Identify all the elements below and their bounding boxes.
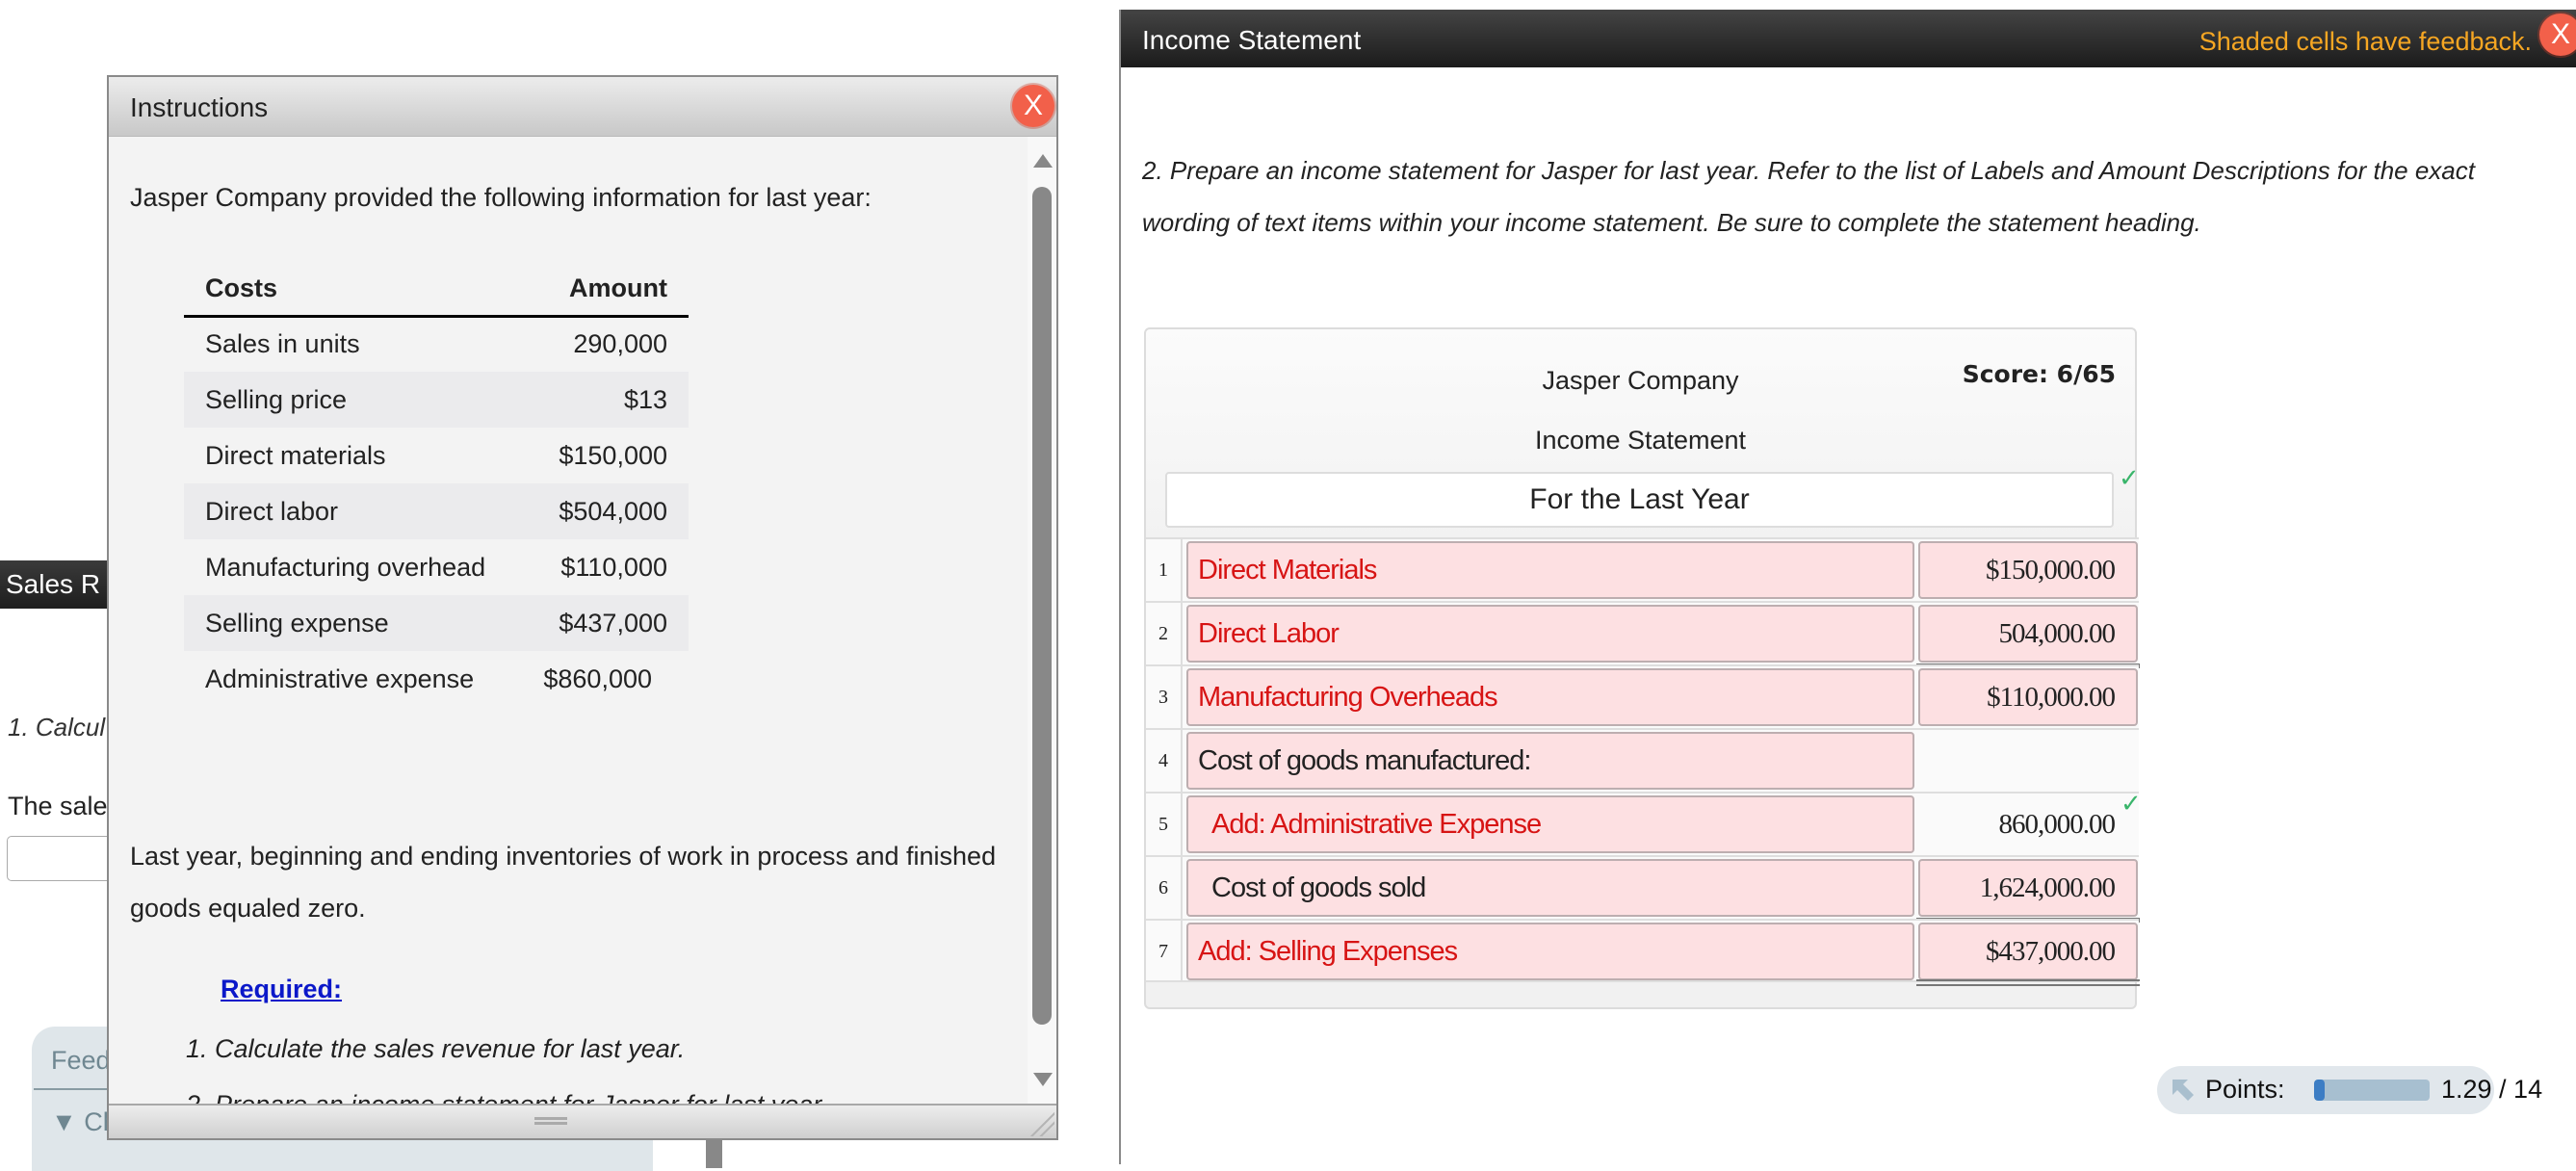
cost-amount: $13 bbox=[516, 372, 689, 428]
row-label-input[interactable]: Cost of goods manufactured: bbox=[1186, 732, 1914, 790]
cost-label: Sales in units bbox=[205, 329, 360, 359]
statement-row: 3 Manufacturing Overheads $110,000.00 bbox=[1146, 664, 2139, 728]
points-progress-bar bbox=[2314, 1080, 2430, 1101]
dialog-header[interactable]: Instructions X bbox=[109, 77, 1056, 137]
inventory-paragraph: Last year, beginning and ending inventor… bbox=[130, 842, 997, 923]
statement-row: 5 Add: Administrative Expense 860,000.00… bbox=[1146, 790, 2142, 855]
row-number: 1 bbox=[1146, 539, 1183, 601]
points-label: Points: bbox=[2205, 1075, 2285, 1104]
panel-title: Income Statement bbox=[1142, 25, 1362, 55]
row-label-input[interactable]: Direct Labor bbox=[1186, 605, 1914, 663]
required-item: Calculate the sales revenue for last yea… bbox=[215, 1021, 828, 1077]
dialog-footer bbox=[109, 1104, 1056, 1138]
row-amount-input[interactable]: 860,000.00 bbox=[1918, 795, 2138, 853]
feedback-title: Feed bbox=[51, 1046, 111, 1075]
cost-label: Selling expense bbox=[184, 595, 517, 651]
resize-handle-icon[interactable] bbox=[1028, 1109, 1054, 1136]
statement-row: 4 Cost of goods manufactured: bbox=[1146, 728, 2139, 792]
row-number: 7 bbox=[1146, 921, 1183, 982]
check-icon: ✓ bbox=[2121, 790, 2142, 819]
row-number: 5 bbox=[1146, 794, 1183, 855]
points-value: 1.29 / 14 bbox=[2441, 1075, 2543, 1104]
cost-label: Direct materials bbox=[205, 440, 386, 470]
table-row: Direct materials $150,000 bbox=[184, 428, 689, 483]
panel-header: Income Statement Shaded cells have feedb… bbox=[1121, 10, 2576, 67]
feedback-note: Shaded cells have feedback. bbox=[2199, 27, 2532, 56]
table-row: Sales in units 290,000 bbox=[184, 316, 689, 372]
cost-amount: $860,000 bbox=[543, 664, 652, 693]
required-item: Prepare an income statement for Jasper f… bbox=[215, 1077, 828, 1104]
statement-period-input[interactable]: For the Last Year bbox=[1165, 472, 2114, 528]
row-number: 3 bbox=[1146, 666, 1183, 728]
scroll-up-icon[interactable] bbox=[1033, 154, 1053, 168]
table-row: Selling expense $437,000 bbox=[184, 595, 689, 651]
dialog-scrollbar[interactable] bbox=[1028, 137, 1056, 1104]
cost-amount: $110,000 bbox=[560, 552, 667, 582]
income-statement-panel: Income Statement Shaded cells have feedb… bbox=[1119, 10, 2576, 1164]
statement-title: Income Statement bbox=[1534, 426, 1747, 455]
dialog-title: Instructions bbox=[130, 92, 269, 122]
cost-label: Administrative expense bbox=[205, 664, 475, 693]
statement-rows: 1 Direct Materials $150,000.00 2 Direct … bbox=[1146, 537, 2142, 986]
score-label: Score: 6/65 bbox=[1962, 360, 2116, 388]
column-header-costs: Costs bbox=[184, 272, 517, 318]
row-amount-input[interactable]: 504,000.00 bbox=[1918, 605, 2138, 663]
cost-label: Manufacturing overhead bbox=[205, 552, 486, 582]
cost-amount: $504,000 bbox=[516, 483, 689, 539]
statement-row: 6 Cost of goods sold 1,624,000.00 bbox=[1146, 855, 2140, 923]
row-amount-input[interactable]: $150,000.00 bbox=[1918, 541, 2138, 599]
row-label-input[interactable]: Manufacturing Overheads bbox=[1186, 668, 1914, 726]
drag-grip-icon[interactable] bbox=[534, 1117, 567, 1125]
required-list: Calculate the sales revenue for last yea… bbox=[167, 1021, 828, 1104]
statement-row: 7 Add: Selling Expenses $437,000.00 bbox=[1146, 919, 2140, 986]
required-link[interactable]: Required: bbox=[221, 975, 342, 1004]
cost-label: Selling price bbox=[184, 372, 517, 428]
row-amount-input[interactable]: 1,624,000.00 bbox=[1918, 859, 2138, 917]
statement-row: 1 Direct Materials $150,000.00 bbox=[1146, 537, 2139, 601]
check-icon: ✓ bbox=[2119, 464, 2140, 493]
points-progress-fill bbox=[2314, 1080, 2326, 1101]
intro-text: Jasper Company provided the following in… bbox=[130, 183, 872, 212]
income-statement-worksheet: Jasper Company Income Statement Score: 6… bbox=[1144, 327, 2142, 1009]
question-1-text: 1. Calcul bbox=[8, 713, 106, 742]
close-icon: X bbox=[2550, 18, 2570, 50]
row-label-input[interactable]: Cost of goods sold bbox=[1186, 859, 1914, 917]
cost-table: Costs Amount Sales in units 290,000 Selli… bbox=[184, 272, 689, 707]
question-2-instruction: 2. Prepare an income statement for Jaspe… bbox=[1142, 156, 2475, 237]
close-panel-button[interactable]: X bbox=[2539, 13, 2576, 56]
row-label-input[interactable]: Add: Administrative Expense bbox=[1186, 795, 1914, 853]
scroll-down-icon[interactable] bbox=[1033, 1073, 1053, 1086]
table-row: Selling price $13 bbox=[184, 372, 689, 428]
row-number: 4 bbox=[1146, 730, 1183, 792]
close-instructions-button[interactable]: X bbox=[1012, 85, 1054, 127]
row-label-input[interactable]: Add: Selling Expenses bbox=[1186, 923, 1914, 980]
dialog-body: Jasper Company provided the following in… bbox=[109, 137, 1056, 1104]
cost-label: Direct labor bbox=[184, 483, 517, 539]
cost-amount: $437,000 bbox=[516, 595, 689, 651]
scroll-thumb[interactable] bbox=[1032, 187, 1052, 1025]
row-number: 6 bbox=[1146, 857, 1183, 919]
double-underline bbox=[1916, 979, 2140, 986]
close-icon: X bbox=[1023, 90, 1043, 121]
table-row: Administrative expense $860,000 bbox=[184, 651, 689, 707]
table-row: Manufacturing overhead $110,000 bbox=[184, 539, 689, 595]
instructions-dialog: Instructions X Jasper Company provided t… bbox=[107, 75, 1058, 1140]
cost-amount: $150,000 bbox=[559, 440, 667, 470]
cost-amount: 290,000 bbox=[573, 329, 667, 359]
row-number: 2 bbox=[1146, 603, 1183, 664]
points-indicator: Points: 1.29 / 14 bbox=[2157, 1066, 2542, 1114]
sales-revenue-panel-header: Sales R bbox=[0, 560, 116, 609]
statement-row: 2 Direct Labor 504,000.00 bbox=[1146, 601, 2140, 668]
column-header-amount: Amount bbox=[516, 272, 689, 318]
row-amount-input[interactable]: $437,000.00 bbox=[1918, 923, 2138, 980]
row-label-input[interactable]: Direct Materials bbox=[1186, 541, 1914, 599]
row-amount-input[interactable] bbox=[1918, 732, 2138, 790]
expand-arrow-icon[interactable] bbox=[2173, 1080, 2196, 1101]
sales-revenue-prompt: The sale bbox=[8, 792, 108, 820]
table-row: Direct labor $504,000 bbox=[184, 483, 689, 539]
row-amount-input[interactable]: $110,000.00 bbox=[1918, 668, 2138, 726]
